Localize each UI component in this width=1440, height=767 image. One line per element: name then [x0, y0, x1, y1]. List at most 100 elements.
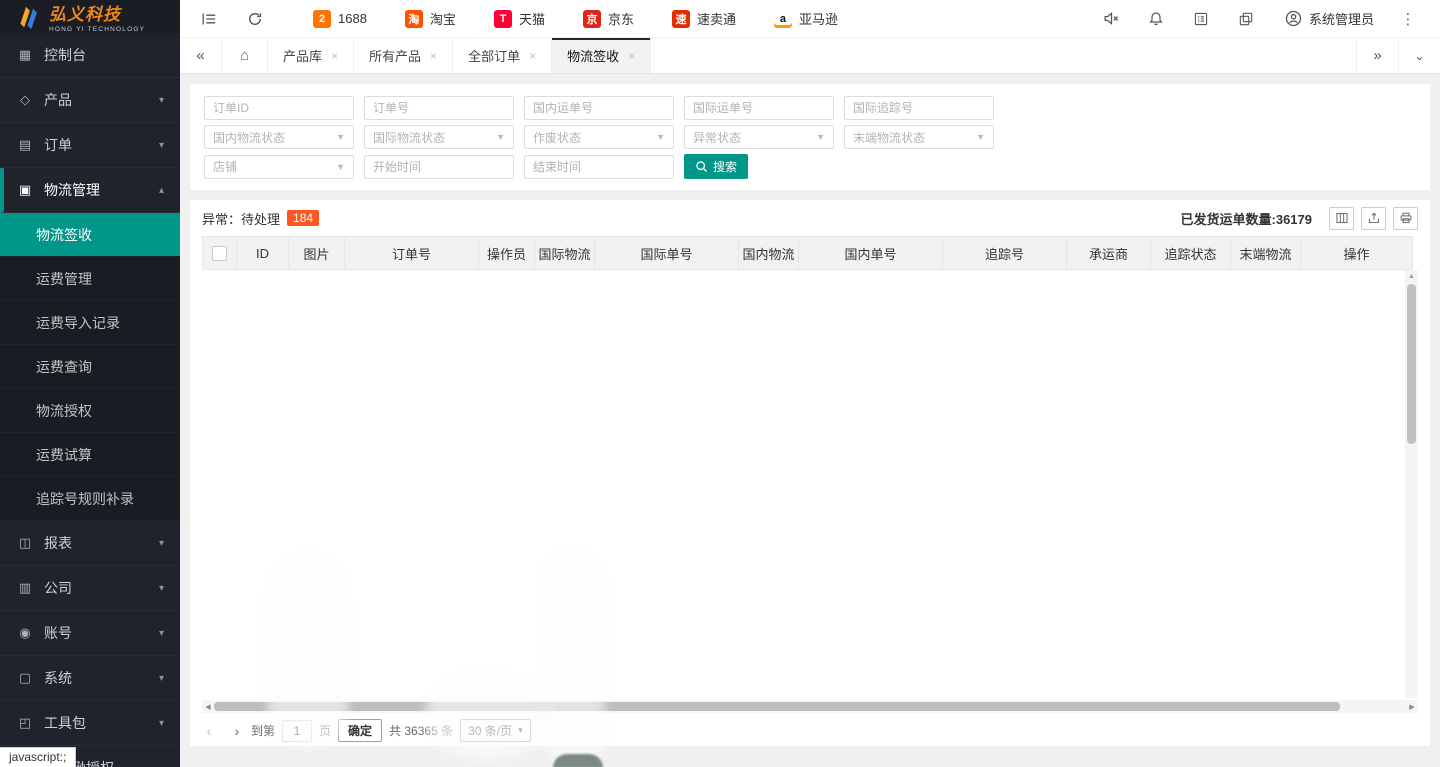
intl-tracking-input[interactable]: [844, 96, 994, 120]
sidebar-item-label: 工具包: [44, 713, 86, 733]
platform-1688-icon: 2: [313, 10, 331, 28]
order-id-input[interactable]: [204, 96, 354, 120]
sidebar-item-system[interactable]: ▢系统▾: [0, 656, 180, 701]
pending-count-badge[interactable]: 184: [287, 210, 319, 226]
tab-all-orders[interactable]: 全部订单×: [453, 38, 552, 73]
mute-icon[interactable]: [1089, 0, 1134, 38]
sidebar-subitem-freight-query[interactable]: 运费查询: [0, 345, 180, 389]
app-root: 弘义科技 HONG YI TECHNOLOGY ▦控制台◇产品▾▤订单▾▣物流管…: [0, 0, 1440, 767]
sidebar-subitem-logistics-auth[interactable]: 物流授权: [0, 389, 180, 433]
tab-all-products[interactable]: 所有产品 ×: [354, 38, 453, 73]
browser-status-tooltip: javascript:;: [0, 747, 76, 767]
close-icon[interactable]: ×: [628, 49, 635, 63]
select-all-header: [203, 237, 237, 270]
more-options-icon[interactable]: ⋮: [1390, 10, 1426, 28]
sidebar-item-toolbox[interactable]: ◰工具包▾: [0, 701, 180, 746]
chevron-down-icon: ▾: [159, 95, 164, 106]
bell-icon[interactable]: [1134, 0, 1179, 38]
brand-name: 弘义科技: [49, 0, 145, 25]
menu-company-icon: ▥: [17, 580, 33, 596]
tabs-scroll-right-icon[interactable]: »: [1356, 38, 1398, 73]
close-icon[interactable]: ×: [529, 49, 536, 63]
pagination: ‹ › 到第 页 确定 共 36365 条 30 条/页 ▾: [190, 713, 1430, 748]
end-time-input[interactable]: [524, 155, 674, 179]
platform-1688[interactable]: 2 1688: [294, 0, 386, 38]
refresh-icon[interactable]: [238, 0, 272, 38]
order-no-input[interactable]: [364, 96, 514, 120]
platform-taobao[interactable]: 淘淘宝: [386, 0, 475, 38]
chevron-down-icon: ▼: [976, 132, 985, 142]
tab-logistics-sign[interactable]: 物流签收 ×: [552, 38, 651, 73]
shop-select[interactable]: 店铺▼: [204, 155, 354, 179]
prev-page-icon[interactable]: ‹: [202, 723, 216, 739]
tab-product-lib[interactable]: 产品库×: [268, 38, 354, 73]
horizontal-scroll-thumb[interactable]: [214, 702, 1340, 711]
horizontal-scrollbar[interactable]: ◀ ▶: [202, 700, 1418, 713]
platform-jd[interactable]: 京京东: [564, 0, 653, 38]
intl-waybill-input[interactable]: [684, 96, 834, 120]
goto-page-input[interactable]: [282, 720, 312, 742]
sidebar-subitem-sign[interactable]: 物流签收: [0, 213, 180, 257]
tab-label: 所有产品: [369, 46, 421, 65]
column-header: 追踪号: [943, 237, 1067, 270]
sidebar-item-product[interactable]: ◇产品▾: [0, 78, 180, 123]
sidebar-item-label: 物流管理: [44, 180, 100, 200]
sidebar-subitem-freight-trial[interactable]: 运费试算: [0, 433, 180, 477]
void-status-select[interactable]: 作废状态▼: [524, 125, 674, 149]
sidebar-item-dashboard[interactable]: ▦控制台: [0, 33, 180, 78]
domestic-waybill-input[interactable]: [524, 96, 674, 120]
abnormal-status-select[interactable]: 异常状态▼: [684, 125, 834, 149]
platform-aliexpress[interactable]: 速速卖通: [653, 0, 755, 38]
scroll-left-icon[interactable]: ◀: [202, 703, 214, 711]
scroll-up-icon[interactable]: ▲: [1405, 270, 1418, 282]
column-header: 订单号: [345, 237, 479, 270]
status-right: 已发货运单数量:36179: [1181, 207, 1418, 230]
confirm-page-button[interactable]: 确定: [338, 719, 382, 742]
domestic-status-select[interactable]: 国内物流状态▼: [204, 125, 354, 149]
platform-links: 2 1688 淘淘宝T天猫京京东速速卖通a亚马逊: [294, 0, 857, 38]
home-tab-icon[interactable]: ⌂: [222, 38, 268, 73]
search-button[interactable]: 搜索: [684, 154, 748, 179]
apps-icon[interactable]: [1179, 0, 1224, 38]
sidebar-item-order[interactable]: ▤订单▾: [0, 123, 180, 168]
menu-fold-icon[interactable]: [192, 0, 226, 38]
close-icon[interactable]: ×: [331, 49, 338, 63]
tabs-scroll-left-icon[interactable]: «: [180, 38, 222, 73]
sidebar-item-logistics[interactable]: ▣物流管理▴: [0, 168, 180, 213]
platform-label: 1688: [338, 11, 367, 26]
search-panel: 国内物流状态▼ 国际物流状态▼ 作废状态▼ 异常状态▼ 末端物流状态▼ 店铺▼ 搜索: [190, 84, 1430, 190]
skin-icon[interactable]: [1224, 0, 1269, 38]
sidebar-item-company[interactable]: ▥公司▾: [0, 566, 180, 611]
chevron-down-icon: ▾: [159, 628, 164, 639]
next-page-icon[interactable]: ›: [230, 723, 244, 739]
sidebar-item-report[interactable]: ◫报表▾: [0, 521, 180, 566]
sidebar-item-account[interactable]: ◉账号▾: [0, 611, 180, 656]
platform-tmall[interactable]: T天猫: [475, 0, 564, 38]
start-time-input[interactable]: [364, 155, 514, 179]
sidebar-subitem-freight[interactable]: 运费管理: [0, 257, 180, 301]
vertical-scrollbar[interactable]: ▲: [1405, 270, 1418, 698]
tabs-dropdown-icon[interactable]: ⌄: [1398, 38, 1440, 73]
tab-label: 物流签收: [567, 46, 619, 65]
sidebar-subitem-tracking-rule[interactable]: 追踪号规则补录: [0, 477, 180, 521]
close-icon[interactable]: ×: [430, 49, 437, 63]
per-page-select[interactable]: 30 条/页 ▾: [460, 719, 531, 742]
brand-logo: 弘义科技 HONG YI TECHNOLOGY: [0, 0, 180, 33]
vertical-scroll-thumb[interactable]: [1407, 284, 1416, 444]
chevron-down-icon: ▾: [159, 140, 164, 151]
search-row-1: [204, 96, 1418, 120]
scroll-right-icon[interactable]: ▶: [1406, 703, 1418, 711]
sidebar-subitem-freight-import[interactable]: 运费导入记录: [0, 301, 180, 345]
platform-label: 京东: [608, 9, 634, 28]
print-icon[interactable]: [1393, 207, 1418, 230]
chevron-down-icon: ▾: [518, 725, 523, 736]
avatar-icon: [1285, 10, 1302, 27]
columns-icon[interactable]: [1329, 207, 1354, 230]
export-icon[interactable]: [1361, 207, 1386, 230]
lastmile-status-select[interactable]: 末端物流状态▼: [844, 125, 994, 149]
user-menu[interactable]: 系统管理员: [1269, 9, 1390, 28]
chevron-down-icon: ▾: [159, 538, 164, 549]
intl-status-select[interactable]: 国际物流状态▼: [364, 125, 514, 149]
select-all-checkbox[interactable]: [212, 246, 227, 261]
platform-amazon[interactable]: a亚马逊: [755, 0, 857, 38]
